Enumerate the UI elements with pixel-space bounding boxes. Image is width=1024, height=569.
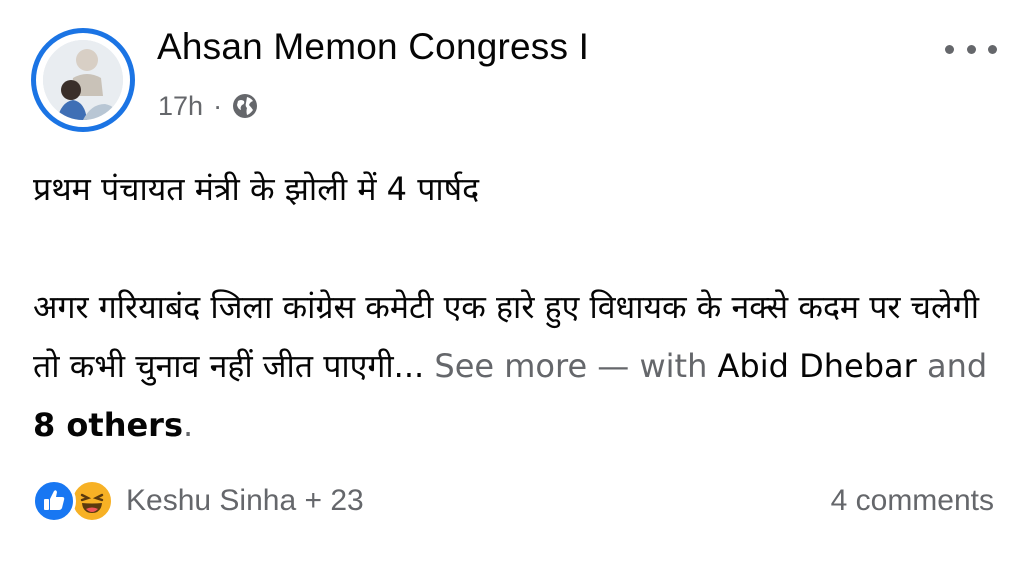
reaction-icons bbox=[32, 479, 114, 523]
and-text: and bbox=[926, 347, 988, 385]
like-icon bbox=[32, 479, 76, 523]
author-name[interactable]: Ahsan Memon Congress I bbox=[157, 26, 589, 68]
haha-icon bbox=[70, 479, 114, 523]
post-footer: Keshu Sinha + 23 4 comments bbox=[32, 476, 994, 526]
avatar[interactable] bbox=[31, 28, 135, 132]
more-options-button[interactable] bbox=[945, 36, 997, 62]
avatar-photo bbox=[43, 40, 123, 120]
reactions-summary[interactable]: Keshu Sinha + 23 bbox=[32, 479, 364, 523]
with-prefix: — with bbox=[597, 347, 708, 385]
more-dots-icon bbox=[945, 44, 954, 54]
post-meta: 17h · bbox=[158, 88, 258, 124]
post-text: प्रथम पंचायत मंत्री के झोली में 4 पार्षद… bbox=[33, 160, 993, 455]
reactions-count-text: Keshu Sinha + 23 bbox=[126, 484, 364, 517]
tagged-person-link[interactable]: Abid Dhebar bbox=[718, 347, 917, 385]
post-time[interactable]: 17h bbox=[158, 91, 203, 122]
meta-separator: · bbox=[213, 90, 223, 121]
period: . bbox=[183, 406, 194, 444]
see-more-link[interactable]: See more bbox=[434, 347, 587, 385]
post-headline: प्रथम पंचायत मंत्री के झोली में 4 पार्षद bbox=[33, 170, 480, 208]
tagged-others-link[interactable]: 8 others bbox=[33, 406, 183, 444]
comments-count-link[interactable]: 4 comments bbox=[831, 484, 994, 518]
post-body: अगर गरियाबंद जिला कांग्रेस कमेटी एक हारे… bbox=[33, 278, 993, 455]
globe-icon bbox=[232, 93, 258, 119]
